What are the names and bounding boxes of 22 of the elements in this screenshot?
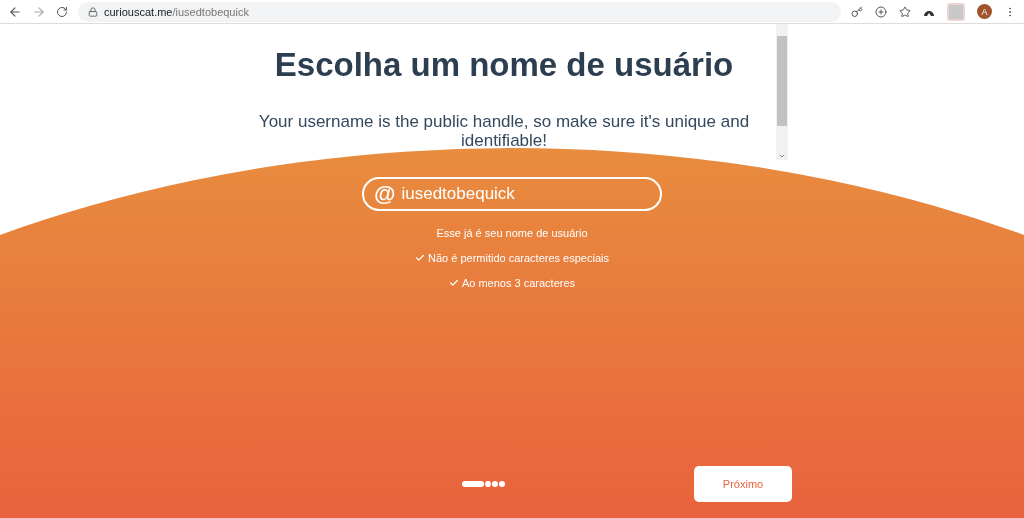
lock-icon — [88, 6, 98, 17]
username-value: iusedtobequick — [401, 184, 515, 204]
at-sign: @ — [374, 181, 396, 207]
forward-icon[interactable] — [32, 4, 46, 19]
star-icon[interactable] — [899, 5, 911, 18]
key-icon[interactable] — [851, 5, 863, 18]
scroll-down-icon[interactable] — [778, 152, 786, 160]
next-button[interactable]: Próximo — [694, 466, 792, 502]
address-bar[interactable]: curiouscat.me/iusedtobequick — [78, 1, 841, 22]
validation-message: Não é permitido caracteres especiais — [428, 252, 609, 264]
page-title: Escolha um nome de usuário — [274, 46, 734, 84]
plus-circle-icon[interactable] — [875, 5, 887, 18]
url-host: curiouscat.me — [104, 5, 173, 18]
validation-message: Ao menos 3 caracteres — [461, 277, 576, 289]
scrollbar-thumb[interactable] — [777, 36, 787, 126]
back-icon[interactable] — [8, 4, 22, 19]
profile-avatar[interactable]: A — [977, 4, 992, 19]
reload-icon[interactable] — [56, 5, 68, 18]
validation-message: Esse já é seu nome de usuário — [436, 227, 588, 239]
url-path: /iusedtobequick — [172, 5, 249, 18]
subtitle: Your username is the public handle, so make sure it's unique and identifiable! — [257, 112, 751, 150]
scrollbar[interactable] — [776, 24, 788, 160]
